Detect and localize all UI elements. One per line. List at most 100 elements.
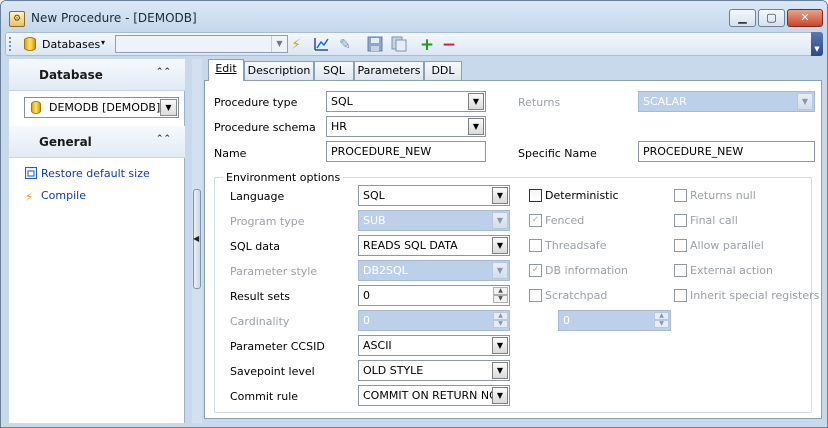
spin-down-icon[interactable]: ▼	[493, 320, 508, 328]
tab-edit-label: Edit	[215, 62, 237, 75]
chevron-down-icon[interactable]: ▼	[492, 337, 508, 354]
commit-rule-select[interactable]: COMMIT ON RETURN NO ▼	[358, 385, 510, 406]
chevron-down-icon[interactable]: ▼	[468, 118, 484, 135]
parameter-ccsid-select[interactable]: ASCII ▼	[358, 335, 510, 356]
cardinality-value: 0	[363, 314, 370, 327]
restore-size-icon	[25, 167, 37, 179]
result-sets-spin-buttons[interactable]: ▲ ▼	[493, 287, 508, 304]
chevron-down-icon[interactable]: ▼	[468, 93, 484, 110]
parameter-style-select[interactable]: DB2SQL ▼	[358, 260, 510, 281]
chevron-down-icon[interactable]: ▼	[492, 212, 508, 229]
title-bar[interactable]: ⚙ New Procedure - [DEMODB] ▁ ▢ ✕	[1, 1, 827, 32]
result-sets-spinner[interactable]: 0 ▲ ▼	[358, 285, 510, 306]
spin-up-icon[interactable]: ▲	[493, 312, 508, 320]
scratchpad-checkbox[interactable]	[529, 289, 542, 302]
spin-up-icon[interactable]: ▲	[493, 287, 508, 295]
returns-select[interactable]: SCALAR ▼	[638, 91, 815, 112]
database-icon	[31, 101, 41, 114]
savepoint-level-label: Savepoint level	[230, 365, 315, 378]
databases-menu-button[interactable]: Databases	[42, 38, 100, 51]
savepoint-level-select[interactable]: OLD STYLE ▼	[358, 360, 510, 381]
chevron-down-icon[interactable]: ▼	[797, 93, 813, 110]
procedure-type-select[interactable]: SQL ▼	[326, 91, 486, 112]
spin-up-icon[interactable]: ▲	[654, 312, 669, 320]
procedure-schema-value: HR	[331, 120, 347, 133]
chevron-down-icon[interactable]: ▼	[160, 99, 177, 116]
lightning-icon[interactable]: ⚡	[287, 36, 305, 54]
window-title: New Procedure - [DEMODB]	[31, 11, 197, 25]
scratchpad-spinner[interactable]: 0 ▲ ▼	[558, 310, 671, 331]
tab-ddl[interactable]: DDL	[424, 61, 462, 80]
chart-icon[interactable]	[312, 36, 330, 54]
chevron-down-icon[interactable]: ▼	[492, 187, 508, 204]
collapse-icon[interactable]: ⌃⌃	[156, 134, 171, 144]
add-icon[interactable]: +	[418, 36, 436, 54]
maximize-button[interactable]: ▢	[758, 9, 785, 27]
restore-default-size-label: Restore default size	[41, 167, 150, 180]
savepoint-level-value: OLD STYLE	[363, 364, 424, 377]
specific-name-input[interactable]: PROCEDURE_NEW	[638, 141, 815, 162]
spin-down-icon[interactable]: ▼	[493, 295, 508, 303]
commit-rule-label: Commit rule	[230, 390, 299, 403]
program-type-select[interactable]: SUB ▼	[358, 210, 510, 231]
copy-icon[interactable]	[390, 36, 408, 54]
scratchpad-spin-buttons[interactable]: ▲ ▼	[654, 312, 669, 329]
sidebar-general-title: General	[39, 135, 92, 149]
inherit-special-registers-checkbox[interactable]	[674, 289, 687, 302]
procedure-schema-select[interactable]: HR ▼	[326, 116, 486, 137]
returns-label: Returns	[518, 96, 561, 109]
compile-label: Compile	[41, 189, 86, 202]
language-select[interactable]: SQL ▼	[358, 185, 510, 206]
spin-down-icon[interactable]: ▼	[654, 320, 669, 328]
edit-icon[interactable]: ✎	[336, 36, 354, 54]
chevron-down-icon[interactable]: ▼	[492, 262, 508, 279]
database-object-combo[interactable]: ▼	[115, 35, 288, 53]
chevron-down-icon[interactable]: ▼	[492, 362, 508, 379]
fenced-checkbox[interactable]: ✓	[529, 214, 542, 227]
toolbar-overflow-button[interactable]: ▼	[811, 32, 823, 56]
name-input[interactable]: PROCEDURE_NEW	[326, 141, 486, 162]
compile-link[interactable]: ⚡ Compile	[25, 189, 86, 203]
sidebar-general-header[interactable]: General ⌃⌃	[9, 126, 185, 158]
returns-null-checkbox[interactable]	[674, 189, 687, 202]
tab-sql[interactable]: SQL	[314, 61, 354, 80]
close-button[interactable]: ✕	[787, 9, 823, 27]
returns-null-label: Returns null	[690, 189, 756, 202]
tab-description[interactable]: Description	[244, 61, 314, 80]
database-select[interactable]: DEMODB [DEMODB] ▼	[24, 97, 179, 118]
chevron-down-icon[interactable]: ▼	[271, 36, 287, 52]
deterministic-checkbox[interactable]	[529, 189, 542, 202]
sql-data-label: SQL data	[230, 240, 281, 253]
allow-parallel-checkbox[interactable]	[674, 239, 687, 252]
parameter-style-label: Parameter style	[230, 265, 318, 278]
collapse-icon[interactable]: ⌃⌃	[156, 67, 171, 77]
result-sets-label: Result sets	[230, 290, 291, 303]
chevron-left-icon[interactable]: ◀	[193, 234, 199, 243]
scratchpad-label: Scratchpad	[545, 289, 608, 302]
cardinality-spinner[interactable]: 0 ▲ ▼	[358, 310, 510, 331]
external-action-checkbox[interactable]	[674, 264, 687, 277]
toolbar-grip[interactable]	[9, 37, 12, 51]
cardinality-label: Cardinality	[230, 315, 290, 328]
minimize-button[interactable]: ▁	[729, 9, 756, 27]
tab-edit[interactable]: Edit	[208, 59, 244, 81]
chevron-down-icon[interactable]: ▼	[492, 387, 508, 404]
chevron-down-icon[interactable]: ▾	[101, 38, 105, 47]
sidebar: Database ⌃⌃ DEMODB [DEMODB] ▼ General ⌃⌃…	[9, 59, 185, 423]
threadsafe-checkbox[interactable]	[529, 239, 542, 252]
final-call-checkbox[interactable]	[674, 214, 687, 227]
remove-icon[interactable]: −	[440, 36, 458, 54]
db-information-checkbox[interactable]: ✓	[529, 264, 542, 277]
database-select-value: DEMODB [DEMODB]	[49, 101, 161, 114]
chevron-down-icon[interactable]: ▼	[492, 237, 508, 254]
program-type-value: SUB	[363, 214, 386, 227]
toolbar: Databases ▾ ▼ ⚡ ✎ + − ▼	[5, 32, 823, 56]
save-icon[interactable]	[366, 36, 384, 54]
sql-data-select[interactable]: READS SQL DATA ▼	[358, 235, 510, 256]
sidebar-splitter[interactable]: ◀	[192, 59, 202, 423]
cardinality-spin-buttons[interactable]: ▲ ▼	[493, 312, 508, 329]
sidebar-database-header[interactable]: Database ⌃⌃	[9, 59, 185, 91]
restore-default-size-link[interactable]: Restore default size	[25, 167, 150, 180]
tab-parameters[interactable]: Parameters	[354, 61, 424, 80]
commit-rule-value: COMMIT ON RETURN NO	[363, 389, 498, 402]
